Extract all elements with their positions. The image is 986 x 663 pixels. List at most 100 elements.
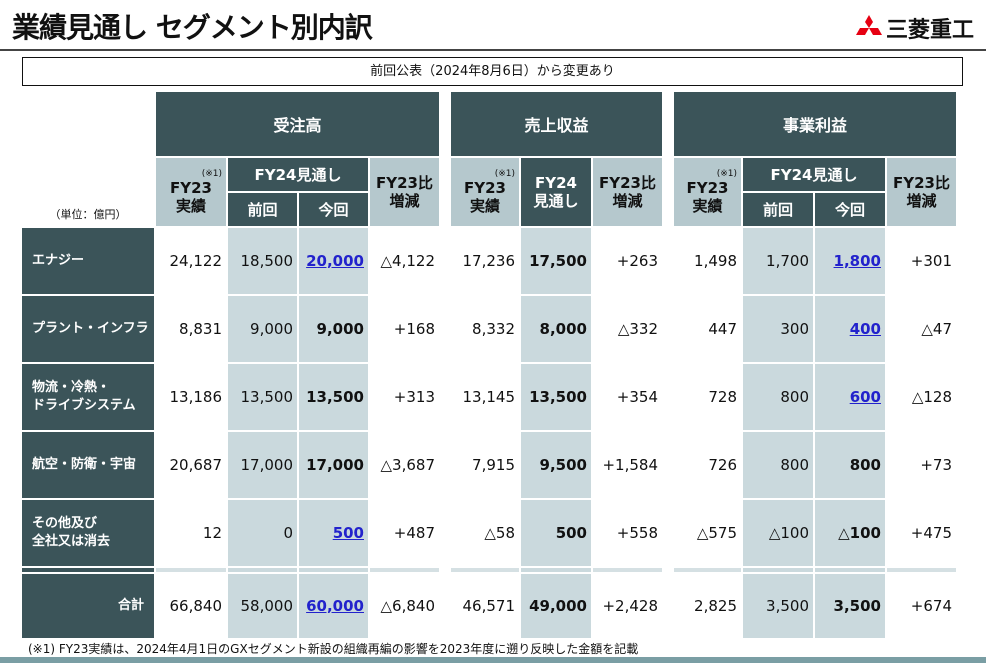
value: +313 <box>393 388 435 406</box>
value-cell: 726 <box>674 432 741 498</box>
header-fy24-forecast: FY24見通し <box>228 158 368 191</box>
value: 728 <box>708 388 737 406</box>
changed-value-link[interactable]: 20,000 <box>306 252 364 270</box>
value-cell: 8,332 <box>451 296 519 362</box>
page-title: 業績見通し セグメント別内訳 <box>12 11 373 44</box>
value: 2,825 <box>694 597 737 615</box>
value: +354 <box>616 388 658 406</box>
value: 17,000 <box>306 456 364 474</box>
changed-value-link[interactable]: 500 <box>333 524 364 542</box>
value-cell: △332 <box>593 296 662 362</box>
value: 49,000 <box>529 597 587 615</box>
value: 3,500 <box>766 597 809 615</box>
value-cell: 7,915 <box>451 432 519 498</box>
table-row: エナジー 24,122 18,500 20,000 △4,122 17,236 17,500… <box>22 228 956 294</box>
value-cell: △128 <box>887 364 956 430</box>
value: 8,000 <box>539 320 587 338</box>
value-cell: 3,500 <box>743 574 813 638</box>
value: +168 <box>393 320 435 338</box>
value-cell: 17,500 <box>521 228 591 294</box>
value-cell: 0 <box>228 500 297 566</box>
changed-value-link[interactable]: 60,000 <box>306 597 364 615</box>
value: +2,428 <box>602 597 658 615</box>
value: △100 <box>768 524 809 542</box>
value-cell: 12 <box>156 500 226 566</box>
footnote: (※1) FY23実績は、2024年4月1日のGXセグメント新設の組織再編の影響… <box>28 642 639 656</box>
value-cell: 1,800 <box>815 228 885 294</box>
change-notice: 前回公表（2024年8月6日）から変更あり <box>22 57 963 86</box>
changed-value-link[interactable]: 1,800 <box>834 252 881 270</box>
value: 3,500 <box>833 597 881 615</box>
segment-label: エナジー <box>22 228 154 294</box>
value: +487 <box>393 524 435 542</box>
value-cell: 500 <box>521 500 591 566</box>
value: 66,840 <box>169 597 223 615</box>
value-cell: +354 <box>593 364 662 430</box>
segment-table: 受注高 売上収益 事業利益 （単位：億円） (※1) FY23 実績 FY24見通し… <box>20 90 958 640</box>
value-cell: +674 <box>887 574 956 638</box>
value-cell: 60,000 <box>299 574 368 638</box>
header-fy23-actual: (※1) FY23 実績 <box>451 158 519 226</box>
value-cell: 400 <box>815 296 885 362</box>
segment-label: 合計 <box>22 574 154 638</box>
value: 17,500 <box>529 252 587 270</box>
value: +263 <box>616 252 658 270</box>
segment-label: 航空・防衛・宇宙 <box>22 432 154 498</box>
logo-text: 三菱重工 <box>885 18 974 43</box>
changed-value-link[interactable]: 400 <box>850 320 881 338</box>
value: △128 <box>911 388 952 406</box>
header-prev: 前回 <box>743 193 813 226</box>
header-diff: FY23比 増減 <box>593 158 662 226</box>
value: 1,498 <box>694 252 737 270</box>
value: 0 <box>283 524 293 542</box>
value: 8,831 <box>179 320 222 338</box>
value-cell: 9,000 <box>299 296 368 362</box>
value: 300 <box>780 320 809 338</box>
value-cell: 66,840 <box>156 574 226 638</box>
value-cell: △575 <box>674 500 741 566</box>
value: 58,000 <box>240 597 294 615</box>
header-fy23-actual: (※1) FY23 実績 <box>156 158 226 226</box>
header-orders: 受注高 <box>156 92 439 156</box>
value-cell: △100 <box>815 500 885 566</box>
value-cell: 447 <box>674 296 741 362</box>
mitsubishi-logo-icon <box>855 15 882 35</box>
value-cell: 46,571 <box>451 574 519 638</box>
value: 9,000 <box>316 320 364 338</box>
value-cell: 13,500 <box>228 364 297 430</box>
table-row: 合計 66,840 58,000 60,000 △6,840 46,571 49,000 +2… <box>22 574 956 638</box>
value-cell: +487 <box>370 500 439 566</box>
value-cell: +558 <box>593 500 662 566</box>
value-cell: 2,825 <box>674 574 741 638</box>
value-cell: 18,500 <box>228 228 297 294</box>
value: 800 <box>780 388 809 406</box>
value-cell: 58,000 <box>228 574 297 638</box>
value: 46,571 <box>462 597 516 615</box>
value-cell: 17,000 <box>228 432 297 498</box>
value-cell: △100 <box>743 500 813 566</box>
value-cell: +73 <box>887 432 956 498</box>
value-cell: △6,840 <box>370 574 439 638</box>
value: 12 <box>202 524 222 542</box>
value: 20,687 <box>169 456 223 474</box>
value-cell: 13,500 <box>521 364 591 430</box>
value: +674 <box>910 597 952 615</box>
value-cell: 9,000 <box>228 296 297 362</box>
header-fy24-forecast: FY24見通し <box>743 158 885 191</box>
header-fy24-forecast: FY24見通し <box>521 158 591 226</box>
value-cell: 8,000 <box>521 296 591 362</box>
value: 9,000 <box>250 320 293 338</box>
value-cell: 13,145 <box>451 364 519 430</box>
value: 18,500 <box>240 252 294 270</box>
value: △575 <box>696 524 737 542</box>
header-prev: 前回 <box>228 193 297 226</box>
value: 13,186 <box>169 388 223 406</box>
value: △100 <box>838 524 881 542</box>
changed-value-link[interactable]: 600 <box>850 388 881 406</box>
value-cell: △4,122 <box>370 228 439 294</box>
header-diff: FY23比 増減 <box>370 158 439 226</box>
table-row: その他及び 全社又は消去 12 0 500 +487 △58 500 +558 △575 △100 △… <box>22 500 956 566</box>
value: 17,236 <box>462 252 516 270</box>
value-cell: 49,000 <box>521 574 591 638</box>
value-cell: 1,700 <box>743 228 813 294</box>
